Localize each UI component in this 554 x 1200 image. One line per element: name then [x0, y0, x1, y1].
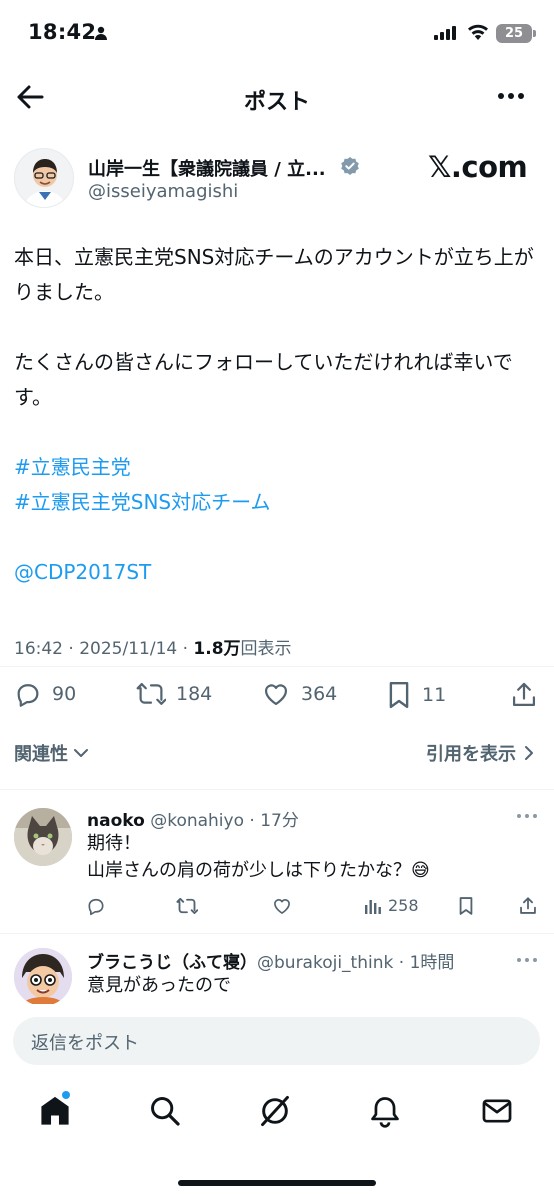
chevron-down-icon: [74, 749, 88, 757]
share-icon: [512, 682, 536, 707]
divider: [0, 789, 554, 790]
author-handle[interactable]: @isseiyamagishi: [88, 181, 238, 202]
share-button[interactable]: [511, 681, 537, 709]
hashtag-link[interactable]: #立憲民主党: [14, 450, 544, 485]
verified-badge-icon: [340, 156, 360, 176]
home-indicator: [178, 1180, 376, 1186]
more-icon[interactable]: [515, 952, 539, 968]
bookmark-count: 11: [422, 684, 447, 706]
body-paragraph-2: たくさんの皆さんにフォローしていただけれれば幸いです。: [14, 350, 513, 409]
post-body: 本日、立憲民主党SNS対応チームのアカウントが立ち上がりました。 たくさんの皆さん…: [14, 240, 544, 590]
reply-text-line: 期待！: [87, 833, 141, 854]
reply-author-handle[interactable]: @burakoji_think: [257, 953, 393, 973]
repost-icon: [136, 683, 166, 705]
source-badge: 𝕏.com: [428, 150, 528, 184]
post-meta: 16:42 · 2025/11/14 · 1.8万回表示: [14, 639, 292, 659]
reply-icon: [17, 684, 39, 707]
page-title: ポスト: [243, 90, 310, 115]
reply-repost-button[interactable]: [176, 896, 198, 916]
reply-avatar[interactable]: [14, 808, 72, 866]
view-quotes-link[interactable]: 引用を表示: [426, 740, 536, 766]
divider: [0, 933, 554, 934]
reply-bookmark-button[interactable]: [457, 896, 475, 916]
share-icon: [520, 897, 536, 914]
wifi-icon: [467, 24, 489, 41]
quotes-label: 引用を表示: [426, 744, 516, 765]
reply-text: 意見があったので: [87, 972, 527, 1004]
reply-author-handle[interactable]: @konahiyo: [150, 811, 244, 831]
reply-reply-button[interactable]: [86, 896, 106, 916]
views-count: 1.8万: [193, 639, 241, 659]
grok-icon[interactable]: [258, 1094, 292, 1128]
reply-time: 17分: [260, 811, 299, 831]
body-paragraph-1: 本日、立憲民主党SNS対応チームのアカウントが立ち上がりました。: [14, 245, 534, 304]
bookmark-icon: [389, 681, 409, 709]
home-icon[interactable]: [38, 1094, 72, 1128]
post-date: 2025/11/14: [79, 639, 178, 659]
like-icon: [264, 684, 288, 706]
reply-header: naoko @konahiyo · 17分: [87, 811, 299, 831]
repost-count: 184: [176, 683, 213, 705]
reply-author-name[interactable]: ブラこうじ（ふて寝）: [87, 953, 257, 973]
reply-count: 90: [52, 683, 77, 705]
chevron-right-icon: [525, 746, 533, 760]
reply-views-count: 258: [388, 896, 419, 915]
sort-dropdown[interactable]: 関連性: [14, 740, 90, 766]
author-name[interactable]: 山岸一生【衆議院議員 / 立...: [88, 155, 326, 181]
reply-text-line: 意見があったので: [87, 975, 231, 996]
reply-author-name[interactable]: naoko: [87, 811, 145, 831]
reply-text-line: 山岸さんの肩の荷が少しは下りたかな？😅: [87, 860, 430, 881]
search-icon[interactable]: [148, 1094, 182, 1128]
reply-like-button[interactable]: [271, 896, 293, 916]
reply-share-button[interactable]: [519, 896, 537, 916]
bookmark-button[interactable]: 11: [386, 680, 446, 710]
repost-icon: [176, 898, 198, 914]
divider: [0, 666, 554, 667]
views-label: 回表示: [240, 639, 292, 659]
hashtag-link[interactable]: #立憲民主党SNS対応チーム: [14, 485, 544, 520]
focus-person-icon: [94, 26, 108, 40]
reply-views-button[interactable]: 258: [364, 896, 419, 915]
author-avatar[interactable]: [14, 148, 74, 208]
reply-text: 期待！ 山岸さんの肩の荷が少しは下りたかな？😅: [87, 830, 527, 884]
status-time: 18:42: [28, 20, 97, 44]
more-icon[interactable]: [515, 808, 539, 824]
messages-icon[interactable]: [480, 1094, 514, 1128]
battery-indicator: 25: [496, 24, 532, 43]
home-notification-dot: [62, 1091, 70, 1099]
repost-button[interactable]: 184: [136, 680, 212, 708]
signal-icon: [434, 26, 458, 40]
battery-cap: [533, 30, 536, 37]
reply-time: 1時間: [409, 953, 455, 973]
reply-avatar[interactable]: [14, 948, 72, 1006]
views-icon: [365, 899, 381, 914]
bookmark-icon: [459, 897, 473, 915]
more-icon[interactable]: [496, 86, 526, 106]
like-icon: [274, 899, 290, 914]
reply-button[interactable]: 90: [14, 680, 76, 708]
notifications-icon[interactable]: [368, 1094, 402, 1128]
like-count: 364: [301, 683, 338, 705]
post-time: 16:42: [14, 639, 63, 659]
like-button[interactable]: 364: [261, 680, 337, 708]
composer-placeholder: 返信をポスト: [31, 1033, 139, 1054]
reply-header: ブラこうじ（ふて寝）@burakoji_think · 1時間: [87, 953, 455, 973]
sort-label: 関連性: [14, 744, 68, 765]
mention-link[interactable]: @CDP2017ST: [14, 555, 544, 590]
reply-icon: [88, 898, 104, 916]
